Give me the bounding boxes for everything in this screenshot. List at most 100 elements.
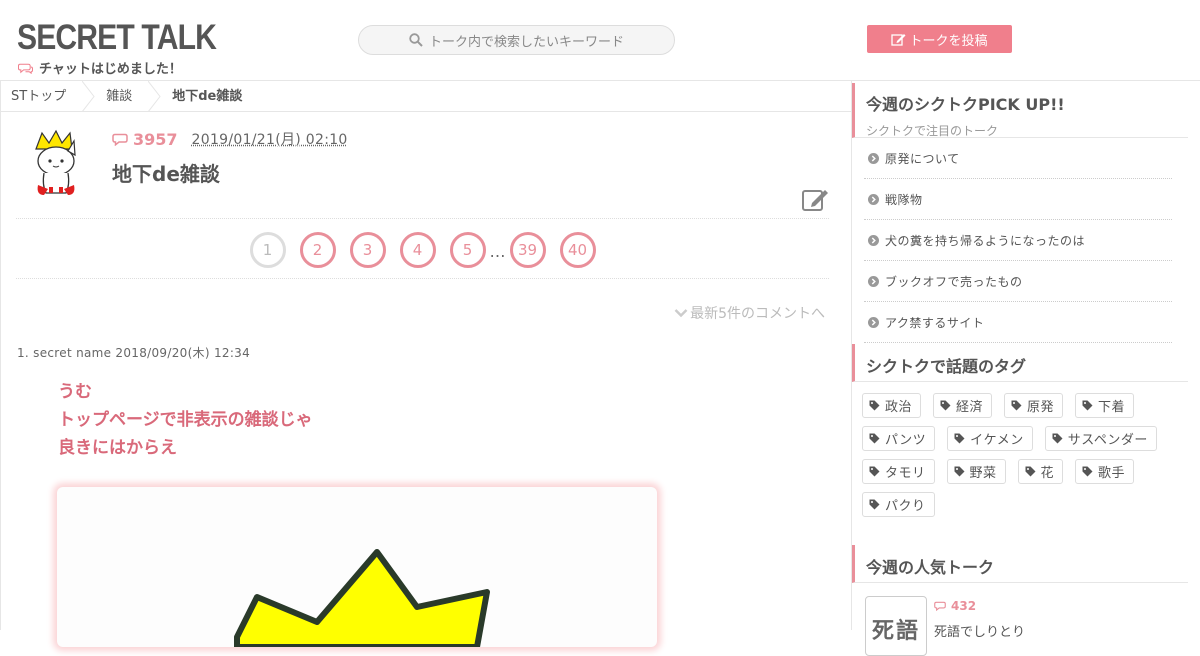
popular-item-title[interactable]: 死語でしりとり [934, 621, 1025, 640]
tag-chip[interactable]: 政治 [862, 393, 922, 418]
tag-icon [954, 433, 965, 444]
tagline-text: チャットはじめました！ [39, 62, 182, 77]
search-input[interactable]: トーク内で検索したいキーワード [358, 25, 675, 55]
breadcrumb-current: 地下de雑談 [172, 88, 243, 104]
tag-label: パンツ [885, 433, 927, 448]
pickup-subtitle: シクトクで注目のトーク [866, 124, 999, 138]
main-content: STトップ 雑談 地下de雑談 3957 2019/01/21(月) 02:10… [0, 80, 852, 647]
comment-line: 良きにはからえ [58, 438, 177, 458]
comment-count: 3957 [112, 130, 178, 149]
comment-line: うむ [58, 382, 92, 402]
pickup-item-label: 原発について [885, 151, 960, 166]
tag-chip[interactable]: 花 [1017, 459, 1064, 484]
sidebar: 今週のシクトクPICK UP!! シクトクで注目のトーク 原発について 戦隊物 … [852, 81, 1200, 656]
edit-post-icon[interactable] [801, 185, 829, 213]
comment-bubble-icon [112, 133, 128, 146]
search-icon [409, 33, 423, 47]
tag-icon [869, 466, 880, 477]
latest-comments-link[interactable]: 最新5件のコメントへ [674, 303, 825, 323]
tag-icon [954, 466, 965, 477]
pagination-ellipsis: … [489, 242, 506, 261]
search-placeholder: トーク内で検索したいキーワード [428, 34, 624, 50]
page-link[interactable]: 3 [349, 231, 386, 268]
tag-label: 花 [1040, 466, 1055, 481]
tag-chip[interactable]: 下着 [1075, 393, 1135, 418]
edit-icon [891, 34, 906, 46]
pickup-list: 原発について 戦隊物 犬の糞を持ち帰るようになったのは ブックオフで売ったもの … [864, 138, 1172, 343]
tag-chip[interactable]: パンツ [862, 426, 936, 451]
popular-comment-count: 432 [934, 599, 976, 613]
pickup-item[interactable]: ブックオフで売ったもの [864, 261, 1172, 302]
latest-comments-label: 最新5件のコメントへ [690, 306, 825, 322]
post-title: 地下de雑談 [112, 162, 220, 186]
chevron-circle-icon [868, 234, 879, 246]
breadcrumb-separator-icon [148, 80, 161, 112]
tag-label: 経済 [956, 400, 984, 415]
post-header: 3957 2019/01/21(月) 02:10 地下de雑談 [16, 125, 829, 219]
comment-count-value: 3957 [133, 129, 178, 149]
popular-thumbnail[interactable]: 死語 [865, 596, 927, 656]
tag-icon [869, 400, 880, 411]
pickup-item[interactable]: 原発について [864, 138, 1172, 179]
popular-header: 今週の人気トーク [852, 545, 1188, 583]
breadcrumb-top[interactable]: STトップ [1, 81, 82, 112]
tag-icon [1052, 433, 1063, 444]
tag-chip[interactable]: 野菜 [946, 459, 1006, 484]
chat-bubble-icon [18, 63, 33, 74]
tags-title: シクトクで話題のタグ [866, 357, 1027, 376]
pickup-header: 今週のシクトクPICK UP!! シクトクで注目のトーク [852, 83, 1188, 138]
tag-list: 政治 経済 原発 下着 パンツ イケメン サスペンダー タモリ 野菜 花 歌手 … [862, 393, 1182, 517]
tag-icon [1082, 466, 1093, 477]
page-link[interactable]: 39 [509, 231, 546, 268]
tags-header: シクトクで話題のタグ [852, 344, 1188, 382]
tag-chip[interactable]: サスペンダー [1044, 426, 1157, 451]
pickup-item-label: アク禁するサイト [885, 315, 985, 330]
tag-label: 原発 [1027, 400, 1055, 415]
pickup-item-label: ブックオフで売ったもの [885, 274, 1023, 289]
tag-label: パクり [885, 499, 926, 514]
tag-label: 野菜 [969, 466, 997, 481]
post-meta: 3957 2019/01/21(月) 02:10 [112, 129, 348, 149]
tag-icon [940, 400, 951, 411]
post-button-label: トークを投稿 [909, 33, 988, 49]
cat-king-avatar-icon[interactable] [24, 129, 96, 201]
breadcrumb-category[interactable]: 雑談 [96, 81, 148, 112]
tag-chip[interactable]: パクり [862, 492, 935, 517]
comment-meta: 1. secret name 2018/09/20(木) 12:34 [17, 346, 251, 360]
crown-illustration [234, 549, 490, 647]
chevron-circle-icon [868, 152, 879, 164]
page-link[interactable]: 4 [399, 231, 436, 268]
comment-body: うむ トップページで非表示の雑談じゃ 良きにはからえ [58, 378, 313, 462]
tag-icon [869, 499, 880, 510]
pickup-title: 今週のシクトクPICK UP!! [866, 95, 1065, 114]
pagination: 1 2 3 4 5 … 39 40 [16, 221, 829, 279]
tag-label: イケメン [970, 433, 1024, 448]
tag-chip[interactable]: 原発 [1004, 393, 1064, 418]
page-link[interactable]: 2 [299, 231, 336, 268]
post-talk-button[interactable]: トークを投稿 [867, 25, 1012, 53]
popular-title: 今週の人気トーク [866, 558, 995, 577]
pickup-item[interactable]: 犬の糞を持ち帰るようになったのは [864, 220, 1172, 261]
pickup-item[interactable]: アク禁するサイト [864, 302, 1172, 343]
tag-label: タモリ [885, 466, 926, 481]
breadcrumb-separator-icon [82, 80, 95, 112]
chevron-circle-icon [868, 193, 879, 205]
tag-label: 政治 [885, 400, 913, 415]
popular-thumbnail-text: 死語 [871, 619, 920, 644]
comment-image[interactable] [57, 487, 657, 647]
site-tagline[interactable]: チャットはじめました！ [18, 58, 182, 77]
site-logo[interactable]: SECRET TALK [17, 19, 217, 57]
breadcrumb: STトップ 雑談 地下de雑談 [1, 80, 851, 112]
tag-chip[interactable]: 経済 [933, 393, 993, 418]
chevron-down-icon [674, 309, 688, 318]
comment-bubble-icon [934, 601, 946, 611]
tag-chip[interactable]: タモリ [862, 459, 935, 484]
page-link[interactable]: 5 [449, 231, 486, 268]
pickup-item[interactable]: 戦隊物 [864, 179, 1172, 220]
page-link-last[interactable]: 40 [559, 231, 596, 268]
page-current: 1 [249, 231, 286, 268]
popular-count-value: 432 [951, 599, 977, 613]
tag-chip[interactable]: イケメン [947, 426, 1033, 451]
chevron-circle-icon [868, 275, 879, 287]
tag-chip[interactable]: 歌手 [1075, 459, 1135, 484]
